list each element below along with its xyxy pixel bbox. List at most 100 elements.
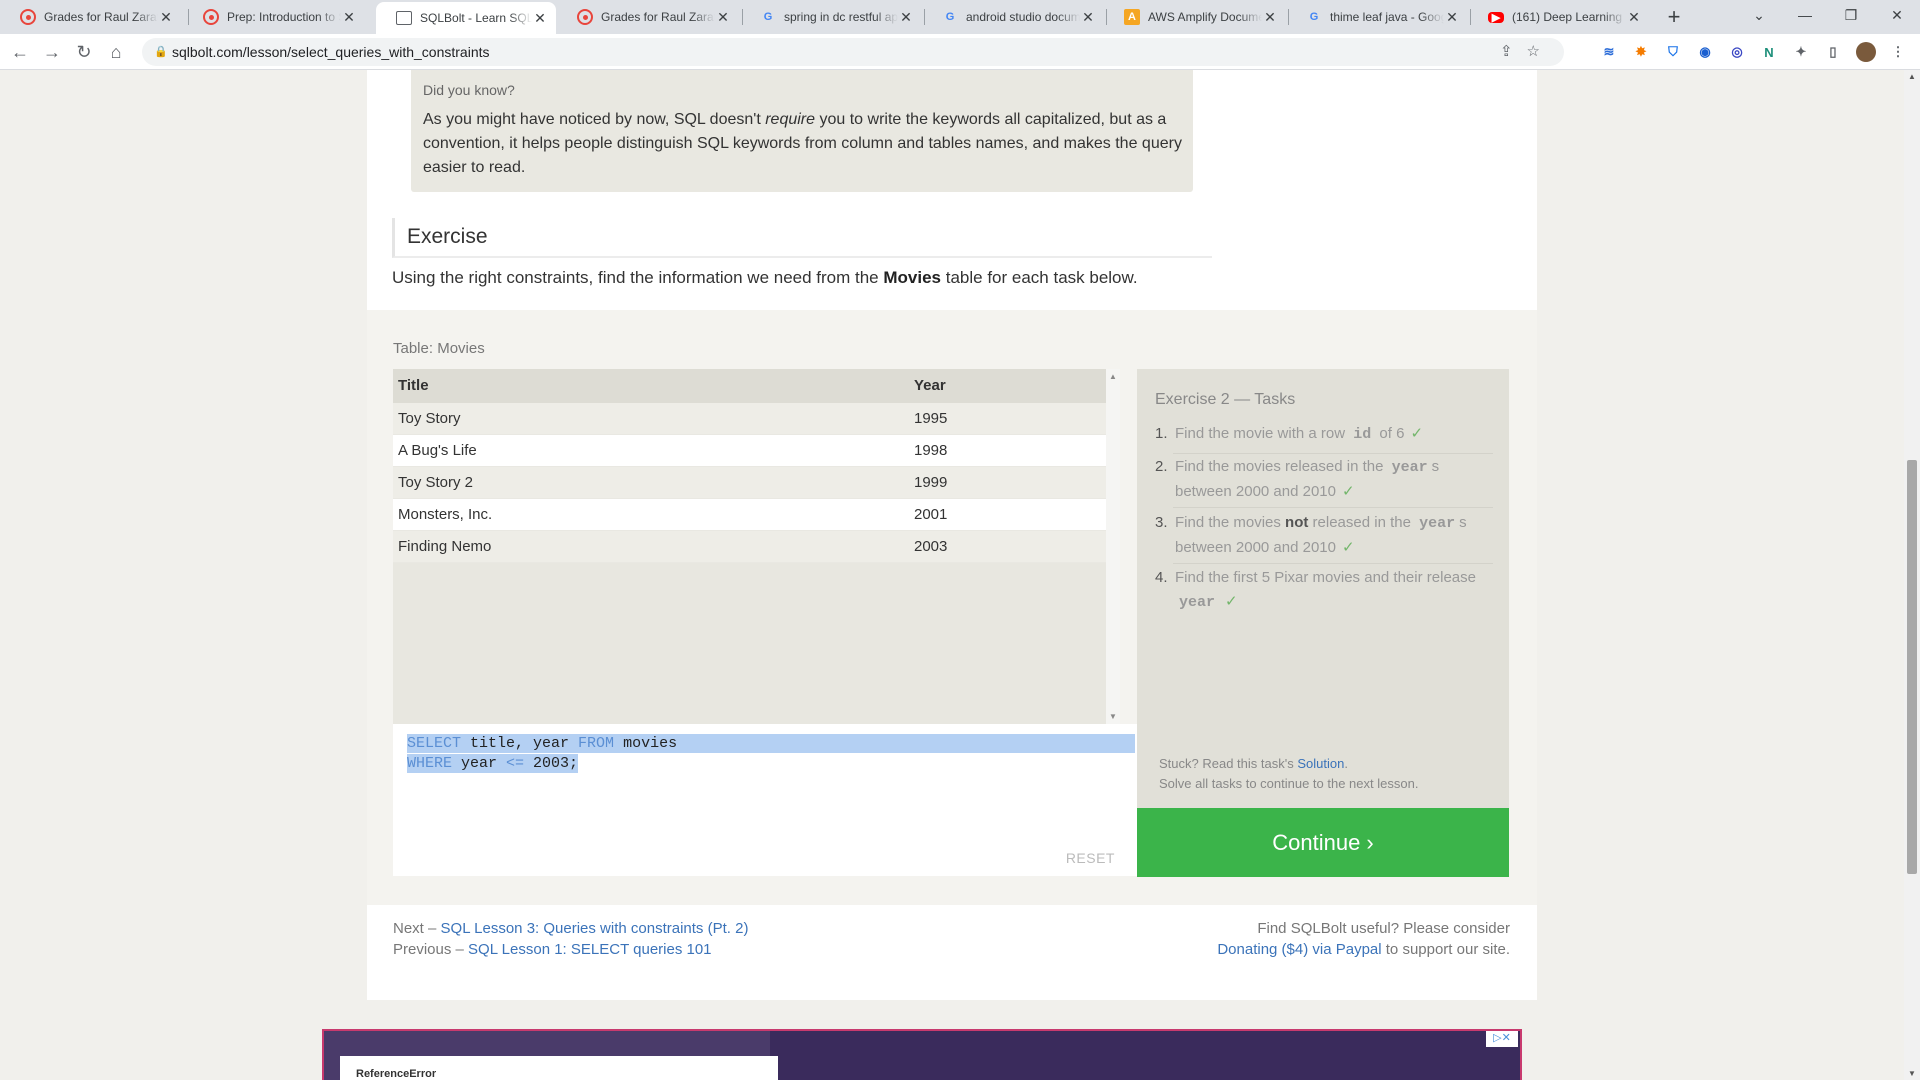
youtube-icon: ▶: [1488, 11, 1504, 24]
task-item-1: 1. Find the movie with a row id of 6 ✓: [1155, 425, 1424, 443]
cell-year: 2001: [914, 506, 948, 523]
extension-shield-icon[interactable]: ⛉: [1663, 42, 1683, 62]
scroll-down-icon[interactable]: ▼: [1908, 1069, 1916, 1078]
reset-button[interactable]: RESET: [1066, 850, 1115, 866]
check-icon: ✓: [1341, 483, 1355, 500]
close-icon[interactable]: ✕: [898, 9, 914, 26]
tab-title: spring in dc restful api: [784, 10, 898, 24]
code-line-1[interactable]: SELECT title, year FROM movies: [407, 734, 677, 753]
code-line-2[interactable]: WHERE year <= 2003;: [407, 754, 579, 773]
reload-icon[interactable]: ↻: [70, 38, 98, 66]
extension-spark-icon[interactable]: ✸: [1631, 42, 1651, 62]
doc-icon: [396, 11, 412, 25]
tab-title: Grades for Raul Zarate: [44, 10, 158, 24]
tab-spring[interactable]: G spring in dc restful api ✕: [740, 0, 922, 34]
tab-prep[interactable]: Prep: Introduction to S ✕: [183, 0, 365, 34]
scroll-thumb[interactable]: [1907, 460, 1917, 874]
tab-thymeleaf[interactable]: G thime leaf java - Goog ✕: [1286, 0, 1468, 34]
stuck-hint: Stuck? Read this task's Solution. Solve …: [1159, 754, 1418, 794]
column-header-title: Title: [398, 377, 429, 394]
forward-icon[interactable]: →: [38, 38, 66, 66]
browser-toolbar: ← → ↻ ⌂ 🔒 sqlbolt.com/lesson/select_quer…: [0, 34, 1920, 70]
donation-note: Find SQLBolt useful? Please consider Don…: [1217, 920, 1510, 958]
table-row: Monsters, Inc. 2001: [393, 499, 1120, 531]
tab-youtube[interactable]: ▶ (161) Deep Learning B ✕: [1468, 0, 1650, 34]
check-icon: ✓: [1410, 425, 1424, 442]
close-icon[interactable]: ✕: [341, 9, 357, 26]
task-item-2: 2. Find the movies released in the year s …: [1155, 458, 1440, 500]
extension-circle-icon[interactable]: ◉: [1695, 42, 1715, 62]
tab-title: Grades for Raul Zarate: [601, 10, 715, 24]
extension-n-icon[interactable]: N: [1759, 42, 1779, 62]
tab-aws[interactable]: A AWS Amplify Docume ✕: [1104, 0, 1286, 34]
next-lesson-link[interactable]: SQL Lesson 3: Queries with constraints (…: [441, 920, 749, 937]
ad-close-icon[interactable]: ▷✕: [1486, 1031, 1518, 1047]
tab-grades-1[interactable]: Grades for Raul Zarate ✕: [0, 0, 182, 34]
table-row: Finding Nemo 2003: [393, 531, 1120, 563]
address-bar[interactable]: 🔒 sqlbolt.com/lesson/select_queries_with…: [142, 38, 1564, 66]
close-icon[interactable]: ✕: [715, 9, 731, 26]
table-row: Toy Story 2 1999: [393, 467, 1120, 499]
minimize-button[interactable]: —: [1782, 0, 1828, 34]
tab-grades-2[interactable]: Grades for Raul Zarate ✕: [557, 0, 739, 34]
tab-title: (161) Deep Learning B: [1512, 10, 1626, 24]
solution-link[interactable]: Solution: [1297, 756, 1344, 771]
extensions-puzzle-icon[interactable]: ✦: [1791, 42, 1811, 62]
check-icon: ✓: [1341, 539, 1355, 556]
asana-icon: [577, 9, 593, 25]
new-tab-button[interactable]: +: [1660, 4, 1688, 32]
cell-year: 1998: [914, 442, 948, 459]
sql-editor[interactable]: SELECT title, year FROM movies WHERE yea…: [393, 724, 1137, 876]
tab-android[interactable]: G android studio docum ✕: [922, 0, 1104, 34]
did-you-know-body: As you might have noticed by now, SQL do…: [423, 111, 1182, 176]
table-scrollbar[interactable]: ▲ ▼: [1106, 369, 1120, 724]
lesson-navigation: Next – SQL Lesson 3: Queries with constr…: [393, 920, 749, 958]
profile-avatar[interactable]: [1856, 42, 1876, 62]
scroll-up-icon[interactable]: ▲: [1109, 372, 1117, 381]
tab-title: thime leaf java - Goog: [1330, 10, 1444, 24]
close-icon[interactable]: ✕: [1262, 9, 1278, 26]
task-item-4: 4. Find the first 5 Pixar movies and thei…: [1155, 569, 1476, 611]
asana-icon: [20, 9, 36, 25]
share-icon[interactable]: ⇪: [1500, 43, 1527, 60]
tab-sqlbolt[interactable]: SQLBolt - Learn SQL - S ✕: [376, 2, 556, 34]
previous-lesson-link[interactable]: SQL Lesson 1: SELECT queries 101: [468, 941, 711, 958]
column-header-year: Year: [914, 377, 946, 394]
donate-link[interactable]: Donating ($4) via Paypal: [1217, 941, 1381, 958]
ad-banner[interactable]: ReferenceError ▷✕: [322, 1029, 1522, 1080]
star-icon[interactable]: ☆: [1527, 43, 1554, 60]
menu-kebab-icon[interactable]: ⋮: [1888, 42, 1908, 62]
close-icon[interactable]: ✕: [158, 9, 174, 26]
close-icon[interactable]: ✕: [1080, 9, 1096, 26]
url-text: sqlbolt.com/lesson/select_queries_with_c…: [172, 44, 490, 60]
cell-year: 2003: [914, 538, 948, 555]
table-label: Table: Movies: [393, 340, 485, 357]
did-you-know-box: Did you know? As you might have noticed …: [411, 70, 1193, 192]
close-window-button[interactable]: ✕: [1874, 0, 1920, 34]
restore-button[interactable]: ❐: [1828, 0, 1874, 34]
back-icon[interactable]: ←: [6, 38, 34, 66]
tab-title: AWS Amplify Docume: [1148, 10, 1262, 24]
scroll-down-icon[interactable]: ▼: [1109, 712, 1117, 721]
table-row: A Bug's Life 1998: [393, 435, 1120, 467]
tab-search-icon[interactable]: ⌄: [1736, 0, 1782, 34]
close-icon[interactable]: ✕: [1444, 9, 1460, 26]
scroll-up-icon[interactable]: ▲: [1908, 72, 1916, 81]
page-scrollbar[interactable]: ▲ ▼: [1904, 70, 1920, 1080]
side-panel-icon[interactable]: ▯: [1823, 42, 1843, 62]
ad-error-text: ReferenceError: [340, 1056, 778, 1080]
google-icon: G: [763, 11, 773, 23]
did-you-know-title: Did you know?: [423, 82, 515, 98]
continue-button[interactable]: Continue ›: [1137, 808, 1509, 877]
extension-ring-icon[interactable]: ◎: [1727, 42, 1747, 62]
google-icon: G: [945, 11, 955, 23]
extension-stack-icon[interactable]: ≋: [1599, 42, 1619, 62]
cell-title: A Bug's Life: [398, 442, 477, 459]
table-row: Toy Story 1995: [393, 403, 1120, 435]
tasks-panel: Exercise 2 — Tasks 1. Find the movie with…: [1137, 369, 1509, 809]
tab-title: android studio docum: [966, 10, 1080, 24]
home-icon[interactable]: ⌂: [102, 38, 130, 66]
asana-icon: [203, 9, 219, 25]
close-icon[interactable]: ✕: [1626, 9, 1642, 26]
close-icon[interactable]: ✕: [532, 10, 548, 27]
